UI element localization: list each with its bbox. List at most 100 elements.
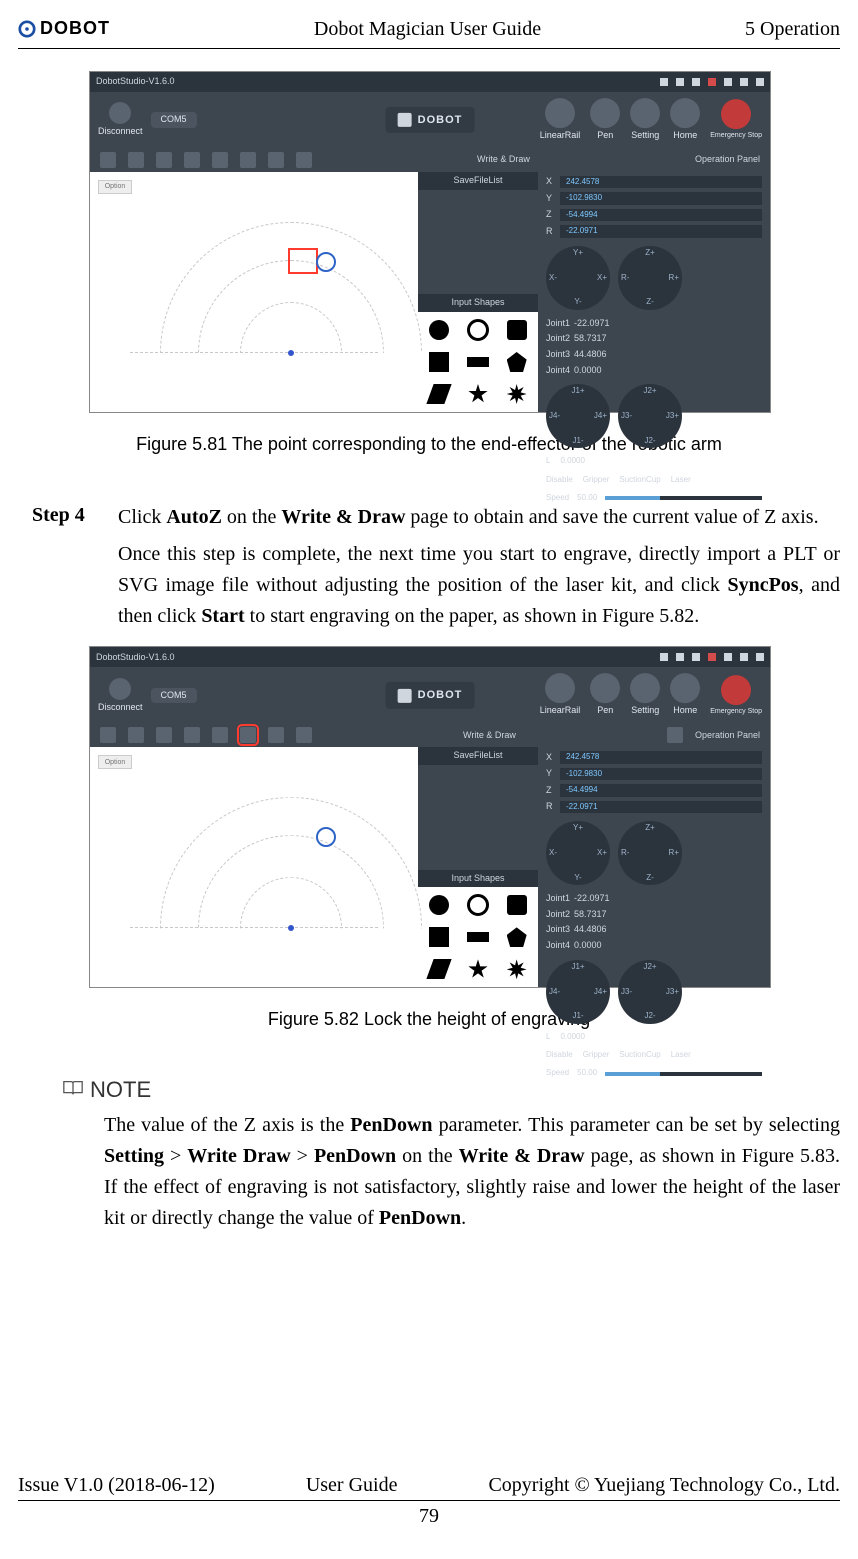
saveas-button[interactable] <box>184 727 200 743</box>
j1j4-dial[interactable]: J1+J1-J4-J4+ <box>546 960 610 1024</box>
operation-panel: X242.4578 Y-102.9830 Z-54.4994 R-22.0971… <box>538 172 770 412</box>
com-port[interactable]: COM5 <box>151 112 197 128</box>
save-button[interactable] <box>156 152 172 168</box>
end-effector-point-icon <box>316 252 336 272</box>
brand-icon <box>398 113 412 127</box>
shape-circle-filled[interactable] <box>429 320 449 340</box>
pen-toggle[interactable]: Pen <box>590 98 620 142</box>
min-icon[interactable] <box>660 653 668 661</box>
shape-rounded-square[interactable] <box>507 320 527 340</box>
brand-icon <box>398 688 412 702</box>
min-icon[interactable] <box>660 78 668 86</box>
zr-dial[interactable]: Z+Z-R-R+ <box>618 246 682 310</box>
restore-icon[interactable] <box>740 653 748 661</box>
new-button[interactable] <box>100 152 116 168</box>
eff-suction[interactable]: SuctionCup <box>619 475 660 485</box>
j1j4-dial[interactable]: J1+J1-J4-J4+ <box>546 384 610 448</box>
help-icon[interactable] <box>692 653 700 661</box>
syncpos-button[interactable] <box>268 727 284 743</box>
shape-rectangle[interactable] <box>467 932 489 942</box>
emergency-stop-button[interactable]: Emergency Stop <box>710 99 762 140</box>
speed-label: Speed <box>546 1068 569 1078</box>
download-button[interactable] <box>212 727 228 743</box>
home-button[interactable]: Home <box>670 674 700 718</box>
shape-square[interactable] <box>429 352 449 372</box>
max-icon[interactable] <box>676 78 684 86</box>
shape-square[interactable] <box>429 927 449 947</box>
home-button[interactable]: Home <box>670 98 700 142</box>
close-icon[interactable] <box>756 653 764 661</box>
shape-burst[interactable] <box>507 384 527 404</box>
eff-suction[interactable]: SuctionCup <box>619 1050 660 1060</box>
disconnect-button[interactable]: Disconnect <box>98 678 143 714</box>
zr-dial[interactable]: Z+Z-R-R+ <box>618 821 682 885</box>
emergency-stop-button[interactable]: Emergency Stop <box>710 675 762 716</box>
input-shapes-header: Input Shapes <box>418 870 538 888</box>
shape-parallelogram[interactable] <box>427 959 452 979</box>
linear-rail-toggle[interactable]: LinearRail <box>540 674 581 718</box>
minimize-icon[interactable] <box>724 78 732 86</box>
speed-value: 50.00 <box>577 493 597 503</box>
shape-burst[interactable] <box>507 959 527 979</box>
saveas-button[interactable] <box>184 152 200 168</box>
eff-gripper[interactable]: Gripper <box>583 1050 610 1060</box>
pen-toggle[interactable]: Pen <box>590 674 620 718</box>
eff-laser[interactable]: Laser <box>671 475 691 485</box>
shape-star[interactable] <box>468 384 488 404</box>
download-button[interactable] <box>212 152 228 168</box>
linear-rail-toggle[interactable]: LinearRail <box>540 98 581 142</box>
j2j3-dial[interactable]: J2+J2-J3-J3+ <box>618 384 682 448</box>
start-button[interactable] <box>296 152 312 168</box>
window-controls <box>660 78 764 86</box>
bug-icon[interactable] <box>708 653 716 661</box>
open-button[interactable] <box>128 727 144 743</box>
close-icon[interactable] <box>756 78 764 86</box>
disconnect-button[interactable]: Disconnect <box>98 102 143 138</box>
setting-button[interactable]: Setting <box>630 98 660 142</box>
xy-dial[interactable]: Y+Y-X-X+ <box>546 821 610 885</box>
middle-panel: SaveFileList Input Shapes <box>418 172 538 412</box>
footer-copyright: Copyright © Yuejiang Technology Co., Ltd… <box>488 1472 840 1498</box>
shape-rectangle[interactable] <box>467 357 489 367</box>
restore-icon[interactable] <box>740 78 748 86</box>
new-button[interactable] <box>100 727 116 743</box>
shape-circle-outline[interactable] <box>467 319 489 341</box>
disable-label[interactable]: Disable <box>546 1050 573 1060</box>
sub-toolbar: Write & Draw Operation Panel <box>90 723 770 747</box>
shape-parallelogram[interactable] <box>427 384 452 404</box>
setting-button[interactable]: Setting <box>630 674 660 718</box>
shape-pentagon[interactable] <box>507 352 527 372</box>
j2j3-dial[interactable]: J2+J2-J3-J3+ <box>618 960 682 1024</box>
figure-581: DobotStudio-V1.6.0 Disconnect COM5 DOBOT… <box>89 71 769 456</box>
disable-label[interactable]: Disable <box>546 475 573 485</box>
com-port[interactable]: COM5 <box>151 688 197 704</box>
open-button[interactable] <box>128 152 144 168</box>
shape-circle-filled[interactable] <box>429 895 449 915</box>
shape-rounded-square[interactable] <box>507 895 527 915</box>
shape-palette <box>418 887 538 987</box>
eff-gripper[interactable]: Gripper <box>583 475 610 485</box>
autoz-button[interactable] <box>240 152 256 168</box>
bug-icon[interactable] <box>708 78 716 86</box>
speed-slider[interactable] <box>605 496 762 500</box>
option-button[interactable]: Option <box>98 755 132 769</box>
coord-z: -54.4994 <box>560 784 762 796</box>
exit-button[interactable] <box>667 727 683 743</box>
help-icon[interactable] <box>692 78 700 86</box>
max-icon[interactable] <box>676 653 684 661</box>
draw-canvas[interactable]: Option <box>90 172 418 412</box>
xy-dial[interactable]: Y+Y-X-X+ <box>546 246 610 310</box>
joint2: 58.7317 <box>574 333 762 345</box>
speed-slider[interactable] <box>605 1072 762 1076</box>
autoz-button[interactable] <box>240 727 256 743</box>
syncpos-button[interactable] <box>268 152 284 168</box>
draw-canvas[interactable]: Option <box>90 747 418 987</box>
eff-laser[interactable]: Laser <box>671 1050 691 1060</box>
shape-circle-outline[interactable] <box>467 894 489 916</box>
start-button[interactable] <box>296 727 312 743</box>
save-button[interactable] <box>156 727 172 743</box>
option-button[interactable]: Option <box>98 180 132 194</box>
shape-pentagon[interactable] <box>507 927 527 947</box>
minimize-icon[interactable] <box>724 653 732 661</box>
shape-star[interactable] <box>468 959 488 979</box>
